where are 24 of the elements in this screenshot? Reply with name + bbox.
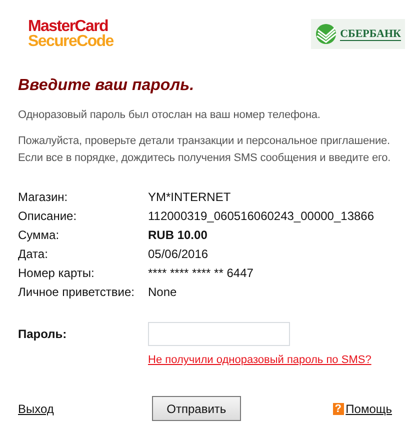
resend-sms-link[interactable]: Не получили одноразовый пароль по SMS? [148, 354, 391, 366]
detail-value: 05/06/2016 [148, 246, 210, 263]
password-label: Пароль: [18, 327, 68, 341]
sberbank-logo: СБЕРБАНК [311, 19, 405, 49]
submit-button[interactable]: Отправить [152, 396, 241, 421]
info-paragraph: Пожалуйста, проверьте детали транзакции и персональное приглашение. Если все в порядке, дождитесь получения SMS сообщения и введите его. [18, 134, 392, 166]
detail-label: Сумма: [18, 227, 60, 244]
help-link[interactable]: Помощь [346, 402, 392, 416]
detail-value: YM*INTERNET [148, 189, 232, 206]
exit-link[interactable]: Выход [18, 402, 54, 416]
detail-label: Номер карты: [18, 265, 96, 282]
mastercard-securecode-logo: MasterCard SecureCode [28, 19, 114, 49]
page-title: Введите ваш пароль. [18, 77, 196, 95]
detail-value: **** **** **** ** 6447 [148, 265, 254, 282]
detail-value: RUB 10.00 [148, 227, 208, 244]
detail-value: 112000319_060516060243_00000_13866 [148, 208, 376, 225]
detail-label: Описание: [18, 208, 78, 225]
info-paragraph: Одноразовый пароль был отослан на ваш номер телефона. [18, 108, 322, 123]
detail-value: None [148, 284, 178, 301]
detail-label: Дата: [18, 246, 49, 263]
help-icon: ? [332, 402, 344, 414]
detail-label: Магазин: [18, 189, 69, 206]
password-field[interactable] [148, 322, 290, 346]
detail-label: Личное приветствие: [18, 284, 136, 301]
